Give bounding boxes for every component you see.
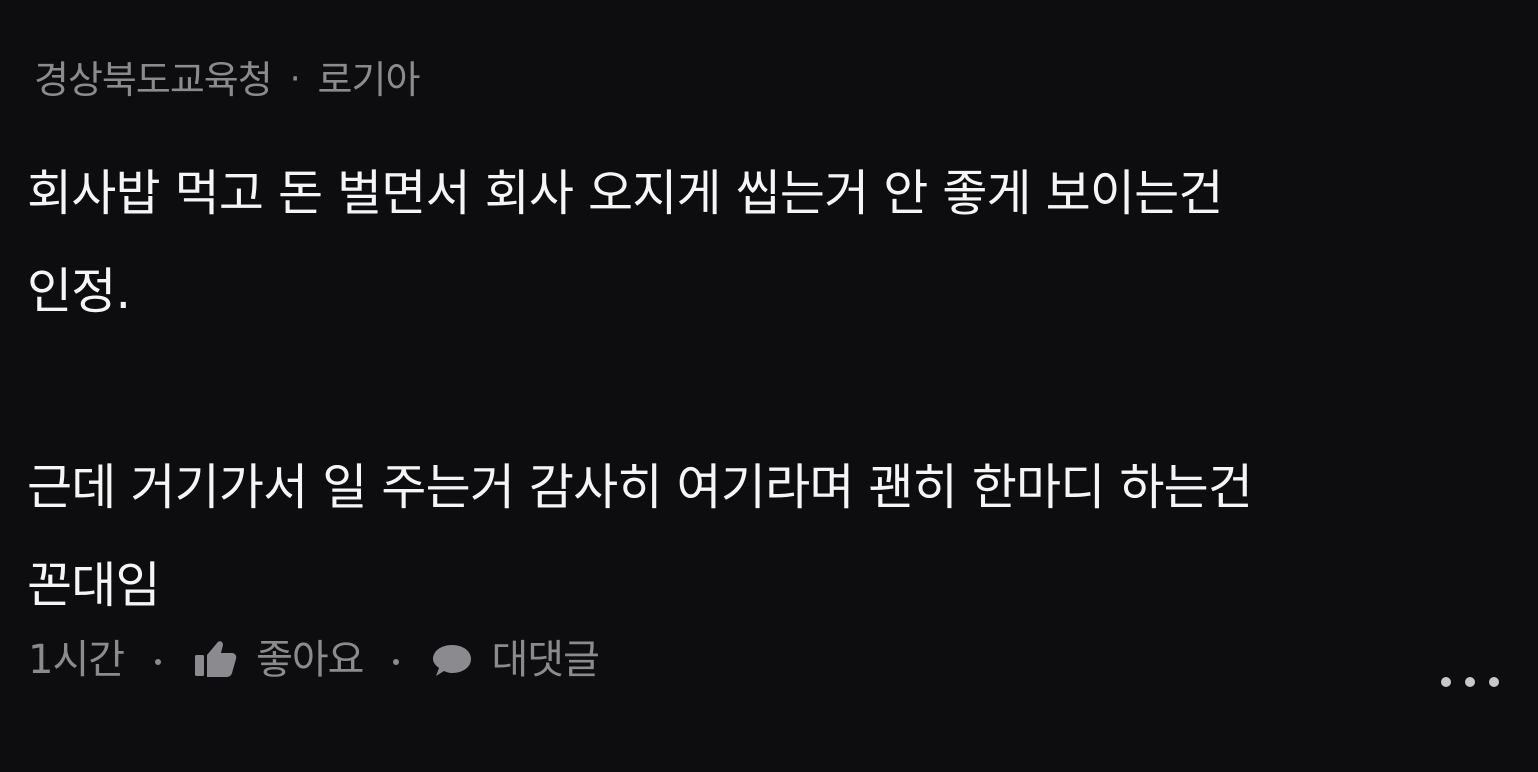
author-organization: 경상북도교육청 xyxy=(34,58,273,102)
comment-body: 회사밥 먹고 돈 벌면서 회사 오지게 씹는거 안 좋게 보이는건 인정. 근데… xyxy=(27,145,1487,635)
comment-line-2: 인정. xyxy=(27,263,131,320)
more-options-button[interactable] xyxy=(1436,667,1504,697)
more-horizontal-icon xyxy=(1436,677,1504,701)
reply-button[interactable]: 대댓글 xyxy=(430,637,600,683)
comment-line-5: 꼰대임 xyxy=(27,557,161,614)
like-label: 좋아요 xyxy=(256,637,364,683)
comment-line-4: 근데 거기가서 일 주는거 감사히 여기라며 괜히 한마디 하는건 xyxy=(27,459,1253,516)
like-button[interactable]: 좋아요 xyxy=(192,637,364,683)
comment-line-3 xyxy=(27,341,1487,439)
speech-bubble-icon xyxy=(430,640,474,680)
author-name: 로기아 xyxy=(317,58,421,102)
comment-time: 1시간 xyxy=(28,637,125,683)
action-separator-2 xyxy=(393,659,400,665)
comment-actions: 1시간 좋아요 대댓글 xyxy=(28,632,600,688)
reply-label: 대댓글 xyxy=(491,637,599,683)
comment-line-1: 회사밥 먹고 돈 벌면서 회사 오지게 씹는거 안 좋게 보이는건 xyxy=(27,165,1224,222)
thumbs-up-icon xyxy=(192,638,238,678)
comment-card: 경상북도교육청 · 로기아 회사밥 먹고 돈 벌면서 회사 오지게 씹는거 안 … xyxy=(0,0,1538,772)
meta-separator: · xyxy=(289,59,301,99)
action-separator xyxy=(155,659,162,665)
comment-meta: 경상북도교육청 · 로기아 xyxy=(34,56,421,104)
